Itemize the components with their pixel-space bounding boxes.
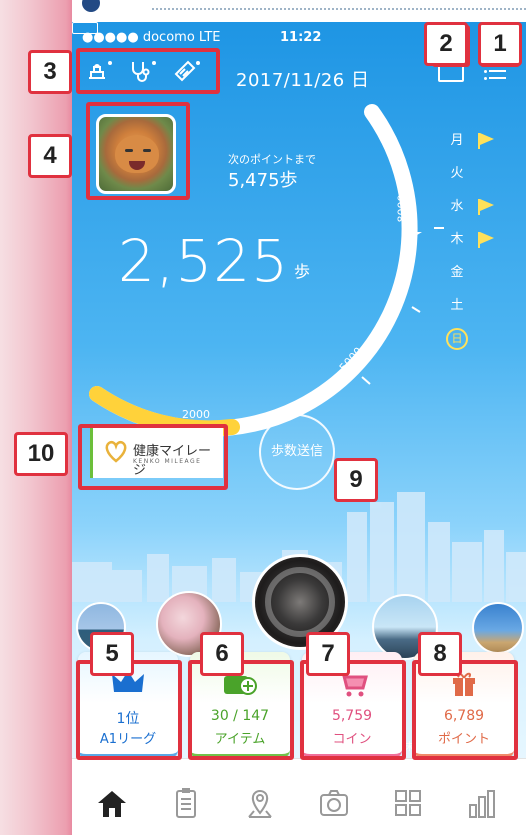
achievement-flag-icon <box>478 133 494 149</box>
gauge-tick <box>411 306 421 313</box>
highlight-box-3 <box>76 48 220 94</box>
weekday-label: 金 <box>450 265 464 280</box>
weekday-row: 月 <box>446 130 506 154</box>
status-carrier: ●●●●● docomo LTE <box>82 30 221 45</box>
bottom-nav <box>72 758 526 835</box>
marker-1: 1 <box>478 22 522 66</box>
weekday-label: 土 <box>450 298 464 313</box>
weekday-label: 月 <box>450 133 464 148</box>
send-steps-button[interactable]: 歩数送信 <box>259 414 335 490</box>
weekday-label: 水 <box>450 199 464 214</box>
steps-unit: 歩 <box>294 262 311 281</box>
grid-icon[interactable] <box>388 783 428 823</box>
weekday-row: 木 <box>446 229 506 253</box>
marker-6: 6 <box>200 632 244 676</box>
home-icon[interactable] <box>92 783 132 823</box>
marker-7: 7 <box>306 632 350 676</box>
highlight-box-4 <box>86 102 190 200</box>
map-pin-icon[interactable] <box>240 783 280 823</box>
gauge-label-2000: 2000 <box>182 408 210 421</box>
marker-2: 2 <box>424 22 468 66</box>
marker-10: 10 <box>14 432 68 476</box>
marker-8: 8 <box>418 632 462 676</box>
marker-4: 4 <box>28 134 72 178</box>
weekday-label: 日 <box>446 328 468 350</box>
highlight-box-10 <box>78 424 228 490</box>
camera-icon[interactable] <box>314 783 354 823</box>
top-strip <box>72 0 526 22</box>
achievement-flag-icon <box>478 199 494 215</box>
marker-5: 5 <box>90 632 134 676</box>
weekday-label: 火 <box>450 166 464 181</box>
steps-count: 2,525 <box>118 227 290 295</box>
clipboard-icon[interactable] <box>166 783 206 823</box>
achievement-flag-icon <box>478 232 494 248</box>
status-time: 11:22 <box>280 30 322 45</box>
weekday-row: 火 <box>446 163 506 187</box>
weekday-label: 木 <box>450 232 464 247</box>
marker-3: 3 <box>28 50 72 94</box>
marker-9: 9 <box>334 458 378 502</box>
weekday-row: 金 <box>446 262 506 286</box>
chart-icon[interactable] <box>462 783 502 823</box>
gauge-label-8000: 8000 <box>395 194 409 223</box>
pin-icon <box>82 0 100 12</box>
weekday-row: 水 <box>446 196 506 220</box>
weekday-row: 日 <box>446 328 506 352</box>
weekday-row: 土 <box>446 295 506 319</box>
dotted-divider <box>152 8 526 10</box>
gauge-tick <box>361 376 371 385</box>
photo-circle[interactable] <box>472 602 524 654</box>
